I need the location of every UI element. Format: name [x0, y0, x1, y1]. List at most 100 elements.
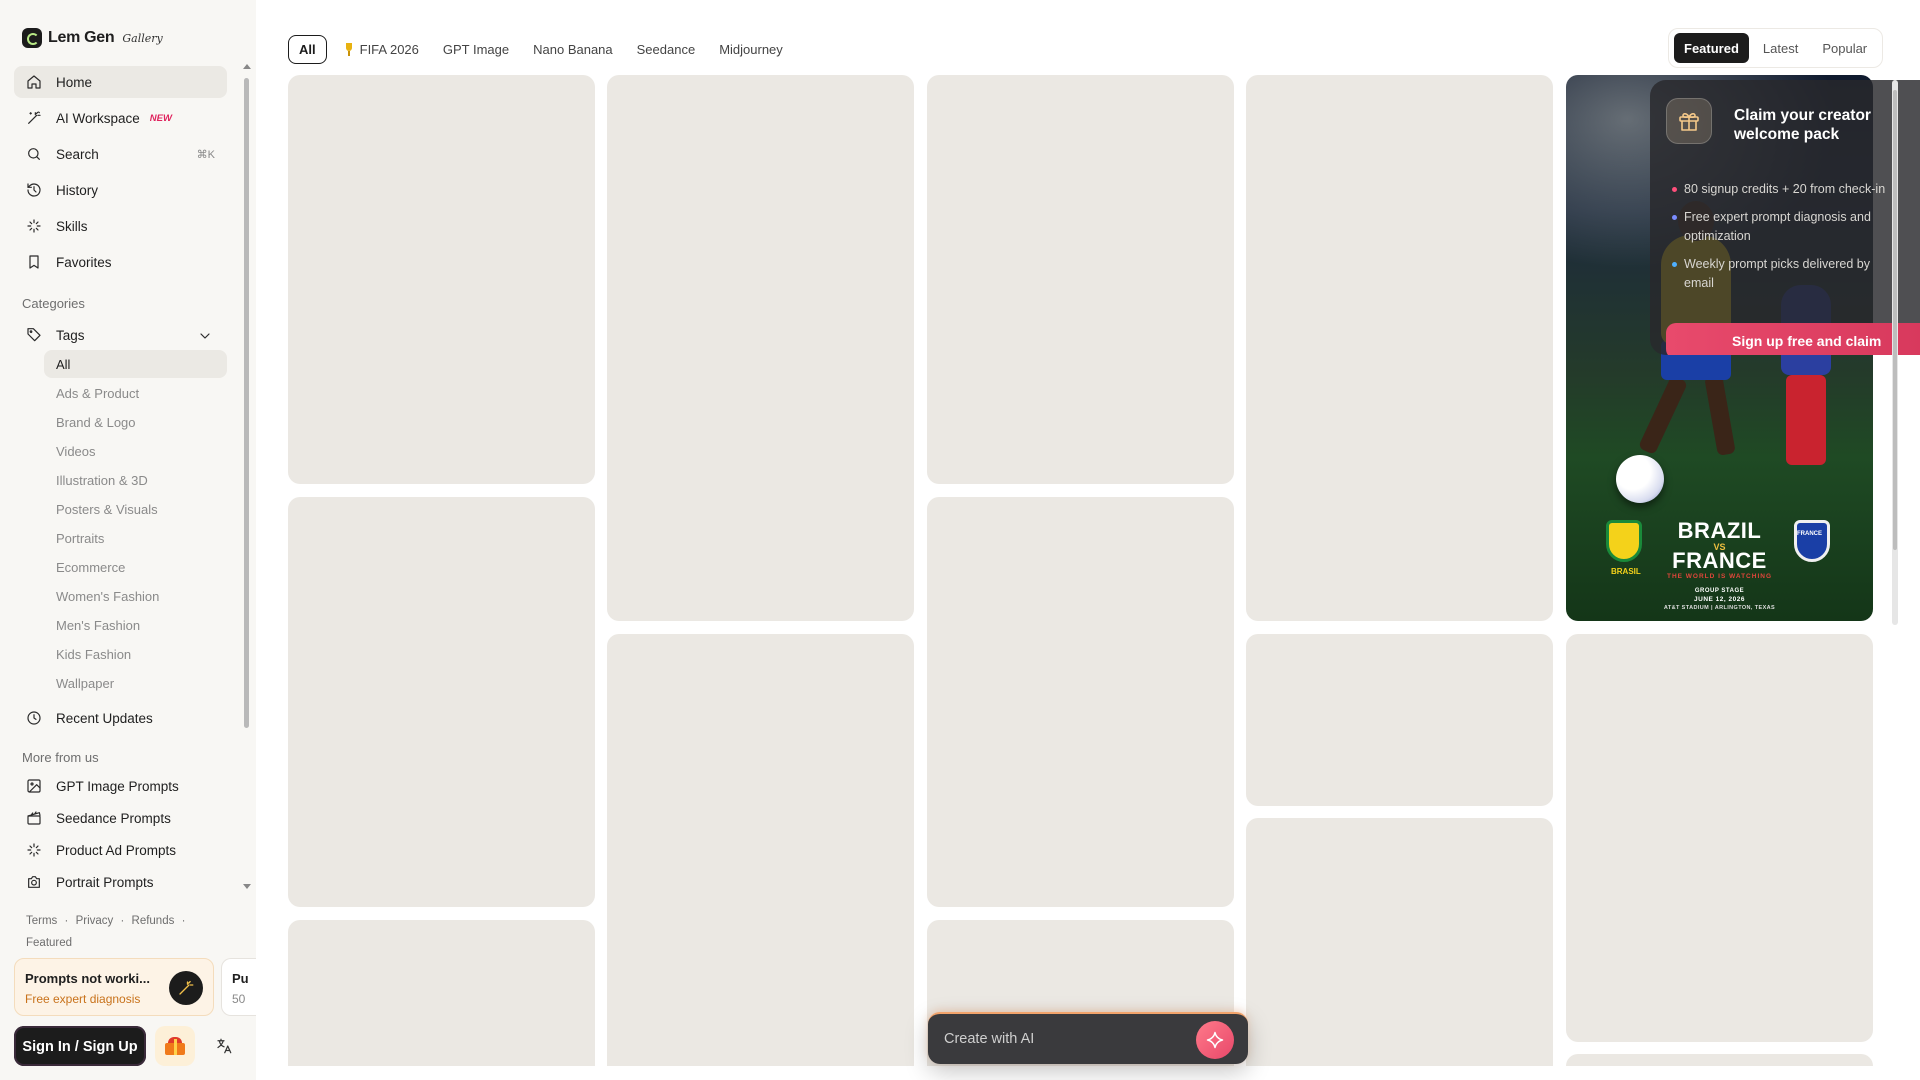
- more-product-ad-prompts[interactable]: Product Ad Prompts: [14, 836, 227, 864]
- more-portrait-prompts[interactable]: Portrait Prompts: [14, 868, 227, 896]
- tag-ecommerce[interactable]: Ecommerce: [44, 553, 227, 581]
- promo-peek-title: Pu: [232, 971, 249, 986]
- tag-posters-visuals[interactable]: Posters & Visuals: [44, 495, 227, 523]
- privacy-link[interactable]: Privacy: [76, 915, 114, 927]
- promo-subtitle: Free expert diagnosis: [25, 992, 141, 1006]
- brand-logo[interactable]: Lem Gen Gallery: [22, 28, 163, 48]
- nav-skills[interactable]: Skills: [14, 210, 227, 242]
- filter-midjourney[interactable]: Midjourney: [707, 35, 795, 64]
- gallery-card[interactable]: [288, 75, 595, 484]
- promo-peek-sub: 50: [232, 992, 246, 1006]
- brand-sub: Gallery: [122, 31, 163, 45]
- stage-label: GROUP STAGE: [1694, 588, 1745, 594]
- promo-title: Prompts not worki...: [25, 971, 150, 986]
- team1-title: BRAZIL: [1677, 518, 1762, 543]
- gallery-card[interactable]: [288, 920, 595, 1080]
- nav-recent-updates[interactable]: Recent Updates: [14, 702, 227, 734]
- more-item-label: GPT Image Prompts: [56, 778, 179, 794]
- filter-gpt-image[interactable]: GPT Image: [431, 35, 521, 64]
- recent-updates-group: Recent Updates: [14, 702, 227, 738]
- wand-icon: [179, 980, 194, 995]
- create-with-ai-bar[interactable]: Create with AI: [928, 1012, 1248, 1064]
- claim-button[interactable]: Sign up free and claim: [1666, 323, 1920, 355]
- prompt-diagnosis-card[interactable]: Prompts not worki... Free expert diagnos…: [14, 958, 214, 1016]
- welcome-pack-popup: Claim your creator welcome pack 80 signu…: [1650, 80, 1920, 355]
- tagline: THE WORLD IS WATCHING: [1666, 573, 1772, 580]
- nav-home[interactable]: Home: [14, 66, 227, 98]
- content-scrollbar[interactable]: [1893, 90, 1897, 550]
- gallery-card[interactable]: [1566, 634, 1873, 1042]
- sparkle-icon: [1206, 1031, 1224, 1049]
- sign-in-button[interactable]: Sign In / Sign Up: [14, 1026, 146, 1066]
- category-filters: All FIFA 2026 GPT Image Nano Banana Seed…: [288, 35, 795, 64]
- sidebar-scrollbar[interactable]: [244, 78, 249, 728]
- scroll-down-arrow[interactable]: [243, 884, 251, 889]
- more-seedance-prompts[interactable]: Seedance Prompts: [14, 804, 227, 832]
- tag-illustration-3d[interactable]: Illustration & 3D: [44, 466, 227, 494]
- recent-updates-label: Recent Updates: [56, 710, 153, 726]
- sort-toggle: Featured Latest Popular: [1668, 28, 1884, 68]
- gallery-card[interactable]: [1246, 818, 1553, 1080]
- sparkles-icon: [26, 218, 42, 234]
- gallery-card[interactable]: [607, 634, 914, 1080]
- nav-search[interactable]: Search ⌘K: [14, 138, 227, 170]
- sort-latest[interactable]: Latest: [1753, 33, 1808, 63]
- welcome-pack-title: Claim your creator welcome pack: [1734, 107, 1871, 143]
- tags-toggle[interactable]: Tags: [14, 322, 227, 348]
- home-icon: [26, 74, 42, 90]
- clapperboard-icon: [26, 810, 42, 826]
- more-gpt-image-prompts[interactable]: GPT Image Prompts: [14, 772, 227, 800]
- benefit-item: 80 signup credits + 20 from check-in: [1672, 180, 1920, 199]
- create-submit-button[interactable]: [1196, 1021, 1234, 1059]
- refunds-link[interactable]: Refunds: [132, 915, 175, 927]
- image-edit-icon: [26, 778, 42, 794]
- tag-brand-logo[interactable]: Brand & Logo: [44, 408, 227, 436]
- categories-heading: Categories: [22, 296, 85, 311]
- nav-home-label: Home: [56, 74, 93, 90]
- search-icon: [26, 146, 42, 162]
- benefit-item: Weekly prompt picks delivered by email: [1672, 255, 1902, 293]
- sort-featured[interactable]: Featured: [1674, 33, 1749, 63]
- nav-ai-workspace[interactable]: AI Workspace NEW: [14, 102, 227, 134]
- wand-button[interactable]: [169, 971, 203, 1005]
- tags-label: Tags: [56, 327, 85, 343]
- gift-button[interactable]: [155, 1026, 195, 1066]
- nav-favorites[interactable]: Favorites: [14, 246, 227, 278]
- gallery-card[interactable]: [607, 75, 914, 621]
- tag-kids-fashion[interactable]: Kids Fashion: [44, 640, 227, 668]
- promo-card-next[interactable]: Pu 50: [221, 958, 256, 1016]
- tag-all[interactable]: All: [44, 350, 227, 378]
- filter-fifa-2026[interactable]: FIFA 2026: [333, 35, 431, 64]
- tag-videos[interactable]: Videos: [44, 437, 227, 465]
- sort-popular[interactable]: Popular: [1812, 33, 1877, 63]
- filter-seedance[interactable]: Seedance: [625, 35, 708, 64]
- gallery-card[interactable]: [927, 75, 1234, 484]
- wand-icon: [26, 110, 42, 126]
- gallery-card[interactable]: [1246, 634, 1553, 806]
- featured-link[interactable]: Featured: [26, 937, 72, 949]
- bottom-fade: [256, 1066, 1920, 1080]
- scroll-up-arrow[interactable]: [243, 64, 251, 69]
- gallery-card[interactable]: [927, 497, 1234, 907]
- filter-nano-banana[interactable]: Nano Banana: [521, 35, 625, 64]
- tag-wallpaper[interactable]: Wallpaper: [44, 669, 227, 697]
- create-input-placeholder[interactable]: Create with AI: [944, 1031, 1034, 1047]
- footer-separator: ·: [181, 915, 186, 927]
- tag-portraits[interactable]: Portraits: [44, 524, 227, 552]
- language-button[interactable]: [204, 1026, 244, 1066]
- nav-history[interactable]: History: [14, 174, 227, 206]
- filter-all[interactable]: All: [288, 35, 327, 64]
- venue-label: AT&T STADIUM | ARLINGTON, TEXAS: [1663, 605, 1776, 611]
- translate-icon: [217, 1038, 232, 1054]
- gallery-card[interactable]: [288, 497, 595, 907]
- tag-mens-fashion[interactable]: Men's Fashion: [44, 611, 227, 639]
- nav-favorites-label: Favorites: [56, 254, 112, 270]
- terms-link[interactable]: Terms: [26, 915, 57, 927]
- tag-ads-product[interactable]: Ads & Product: [44, 379, 227, 407]
- soccer-ball: [1616, 455, 1664, 503]
- sidebar: Lem Gen Gallery Home AI Workspace NEW Se…: [0, 0, 256, 1080]
- brand-name: Lem Gen: [48, 29, 115, 46]
- nav-search-label: Search: [56, 146, 99, 162]
- tag-womens-fashion[interactable]: Women's Fashion: [44, 582, 227, 610]
- gallery-card[interactable]: [1246, 75, 1553, 621]
